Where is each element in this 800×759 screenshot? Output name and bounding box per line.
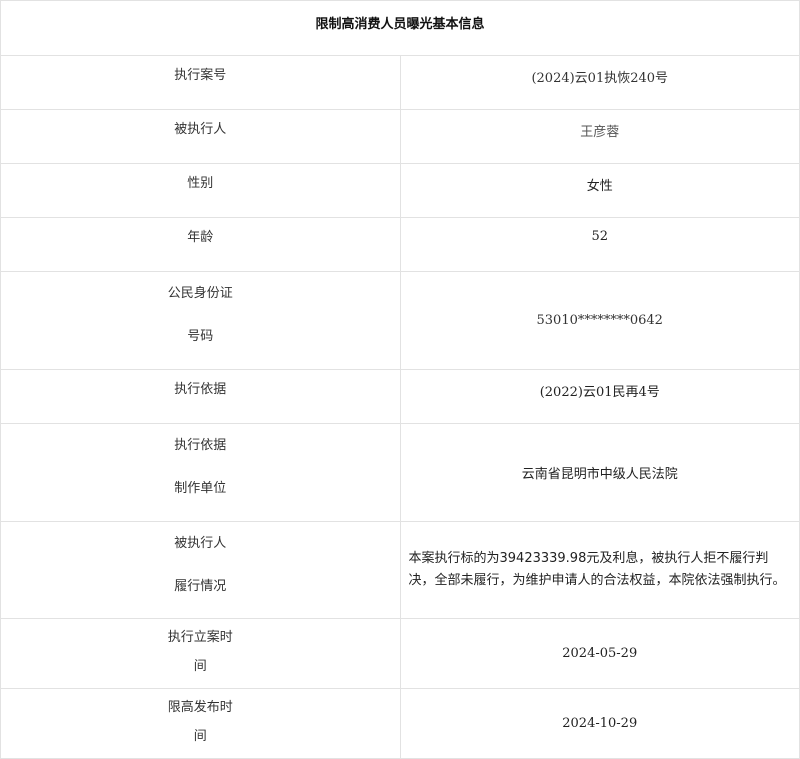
performance-label-line-1: 被执行人 <box>174 536 227 551</box>
row-value: 王彦蓉 <box>399 109 800 164</box>
row-label: 公民身份证 号码 <box>0 271 401 370</box>
court-value: 云南省昆明市中级人民法院 <box>521 467 678 482</box>
publish-date-label-line-1: 限高发布时 <box>167 700 233 715</box>
court-label-line-2: 制作单位 <box>174 481 227 496</box>
page-title-text: 限制高消费人员曝光基本信息 <box>315 17 485 32</box>
table-row-performance: 被执行人 履行情况 本案执行标的为39423339.98元及利息，被执行人拒不履… <box>0 521 800 619</box>
performance-label-line-2: 履行情况 <box>174 579 227 594</box>
case-number-label: 执行案号 <box>174 68 227 83</box>
row-value: 本案执行标的为39423339.98元及利息，被执行人拒不履行判决，全部未履行，… <box>399 521 800 619</box>
table-row-filing-date: 执行立案时 间 2024-05-29 <box>0 618 800 689</box>
row-value: 2024-10-29 <box>399 688 800 759</box>
info-table: 限制高消费人员曝光基本信息 执行案号 (2024)云01执恢240号 被执行人 … <box>0 0 800 759</box>
court-label-line-1: 执行依据 <box>174 438 227 453</box>
title-row: 限制高消费人员曝光基本信息 <box>0 0 800 56</box>
row-label: 性别 <box>0 163 401 218</box>
person-name-value: 王彦蓉 <box>580 125 620 140</box>
row-label: 被执行人 履行情况 <box>0 521 401 619</box>
age-label: 年龄 <box>187 230 214 245</box>
publish-date-label-line-2: 间 <box>193 729 207 744</box>
table-row-id-number: 公民身份证 号码 53010********0642 <box>0 271 800 370</box>
row-label: 被执行人 <box>0 109 401 164</box>
filing-date-value: 2024-05-29 <box>562 646 638 661</box>
row-value: (2022)云01民再4号 <box>399 369 800 424</box>
basis-value: (2022)云01民再4号 <box>539 385 660 400</box>
row-value: 53010********0642 <box>399 271 800 370</box>
row-value: 女性 <box>399 163 800 218</box>
age-value: 52 <box>591 229 609 244</box>
person-label: 被执行人 <box>174 122 227 137</box>
table-row-case-number: 执行案号 (2024)云01执恢240号 <box>0 55 800 110</box>
filing-date-label-line-1: 执行立案时 <box>167 630 233 645</box>
id-number-value: 53010********0642 <box>536 313 663 328</box>
page-title: 限制高消费人员曝光基本信息 <box>0 0 800 56</box>
publish-date-value: 2024-10-29 <box>562 716 638 731</box>
row-label: 执行依据 制作单位 <box>0 423 401 522</box>
table-row-basis: 执行依据 (2022)云01民再4号 <box>0 369 800 424</box>
table-row-gender: 性别 女性 <box>0 163 800 218</box>
row-label: 执行依据 <box>0 369 401 424</box>
gender-value: 女性 <box>586 179 613 194</box>
table-row-court: 执行依据 制作单位 云南省昆明市中级人民法院 <box>0 423 800 522</box>
row-label: 年龄 <box>0 217 401 272</box>
row-value: 52 <box>399 217 800 272</box>
performance-value: 本案执行标的为39423339.98元及利息，被执行人拒不履行判决，全部未履行，… <box>408 551 786 588</box>
id-number-label-line-2: 号码 <box>187 329 214 344</box>
row-label: 限高发布时 间 <box>0 688 401 759</box>
row-value: 云南省昆明市中级人民法院 <box>399 423 800 522</box>
row-label: 执行案号 <box>0 55 401 110</box>
row-label: 执行立案时 间 <box>0 618 401 689</box>
id-number-label-line-1: 公民身份证 <box>167 286 233 301</box>
basis-label: 执行依据 <box>174 382 227 397</box>
row-value: (2024)云01执恢240号 <box>399 55 800 110</box>
gender-label: 性别 <box>187 176 214 191</box>
table-row-age: 年龄 52 <box>0 217 800 272</box>
row-value: 2024-05-29 <box>399 618 800 689</box>
table-row-publish-date: 限高发布时 间 2024-10-29 <box>0 688 800 759</box>
case-number-value: (2024)云01执恢240号 <box>531 71 669 86</box>
filing-date-label-line-2: 间 <box>193 659 207 674</box>
table-row-person: 被执行人 王彦蓉 <box>0 109 800 164</box>
